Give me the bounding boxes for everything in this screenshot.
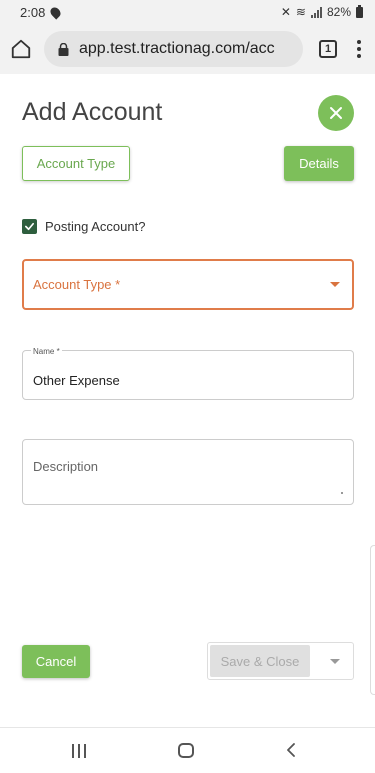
save-button-group: Save & Close [207, 642, 354, 680]
home-icon[interactable] [10, 38, 32, 60]
posting-account-row[interactable]: Posting Account? [22, 219, 145, 234]
wifi-icon: ≋ [295, 5, 306, 19]
lock-icon [58, 42, 69, 56]
close-button[interactable] [318, 95, 354, 131]
mute-icon: ✕ [280, 5, 291, 19]
posting-account-checkbox[interactable] [22, 219, 37, 234]
close-icon [330, 107, 342, 119]
cancel-button[interactable]: Cancel [22, 645, 90, 678]
nav-home-icon[interactable] [178, 743, 194, 758]
tab-switcher-button[interactable]: 1 [319, 40, 337, 58]
signal-icon [310, 6, 322, 18]
system-nav-bar [0, 728, 375, 773]
tab-account-type[interactable]: Account Type [22, 146, 130, 181]
save-options-dropdown-icon[interactable] [330, 658, 340, 664]
status-time: 2:08 [20, 4, 46, 20]
more-menu-icon[interactable] [357, 40, 361, 58]
name-field-label: Name * [31, 347, 62, 356]
status-bar: 2:08 ✕ ≋ 82% [0, 0, 375, 24]
side-drawer-edge[interactable] [370, 545, 375, 695]
account-type-select-label: Account Type * [33, 277, 121, 292]
battery-icon [356, 4, 363, 18]
page-title: Add Account [22, 98, 163, 126]
url-text: app.test.tractionag.com/acc [79, 40, 275, 57]
recent-apps-icon[interactable] [72, 744, 86, 758]
battery-percent: 82% [326, 5, 351, 19]
dropdown-arrow-icon [330, 282, 340, 287]
checkmark-icon [25, 222, 34, 231]
resize-handle-icon[interactable] [341, 492, 343, 494]
description-placeholder: Description [33, 459, 99, 474]
save-close-button[interactable]: Save & Close [210, 645, 310, 677]
address-bar[interactable]: app.test.tractionag.com/acc [44, 31, 303, 67]
tab-details[interactable]: Details [284, 146, 354, 181]
account-type-select[interactable]: Account Type * [22, 259, 354, 310]
posting-account-label: Posting Account? [45, 219, 146, 234]
name-field[interactable]: Name * Other Expense [22, 347, 354, 400]
browser-toolbar: app.test.tractionag.com/acc 1 [0, 24, 375, 74]
name-field-value: Other Expense [33, 373, 120, 388]
back-icon[interactable] [285, 743, 299, 757]
description-field[interactable]: Description [22, 439, 354, 505]
location-icon [48, 4, 63, 20]
